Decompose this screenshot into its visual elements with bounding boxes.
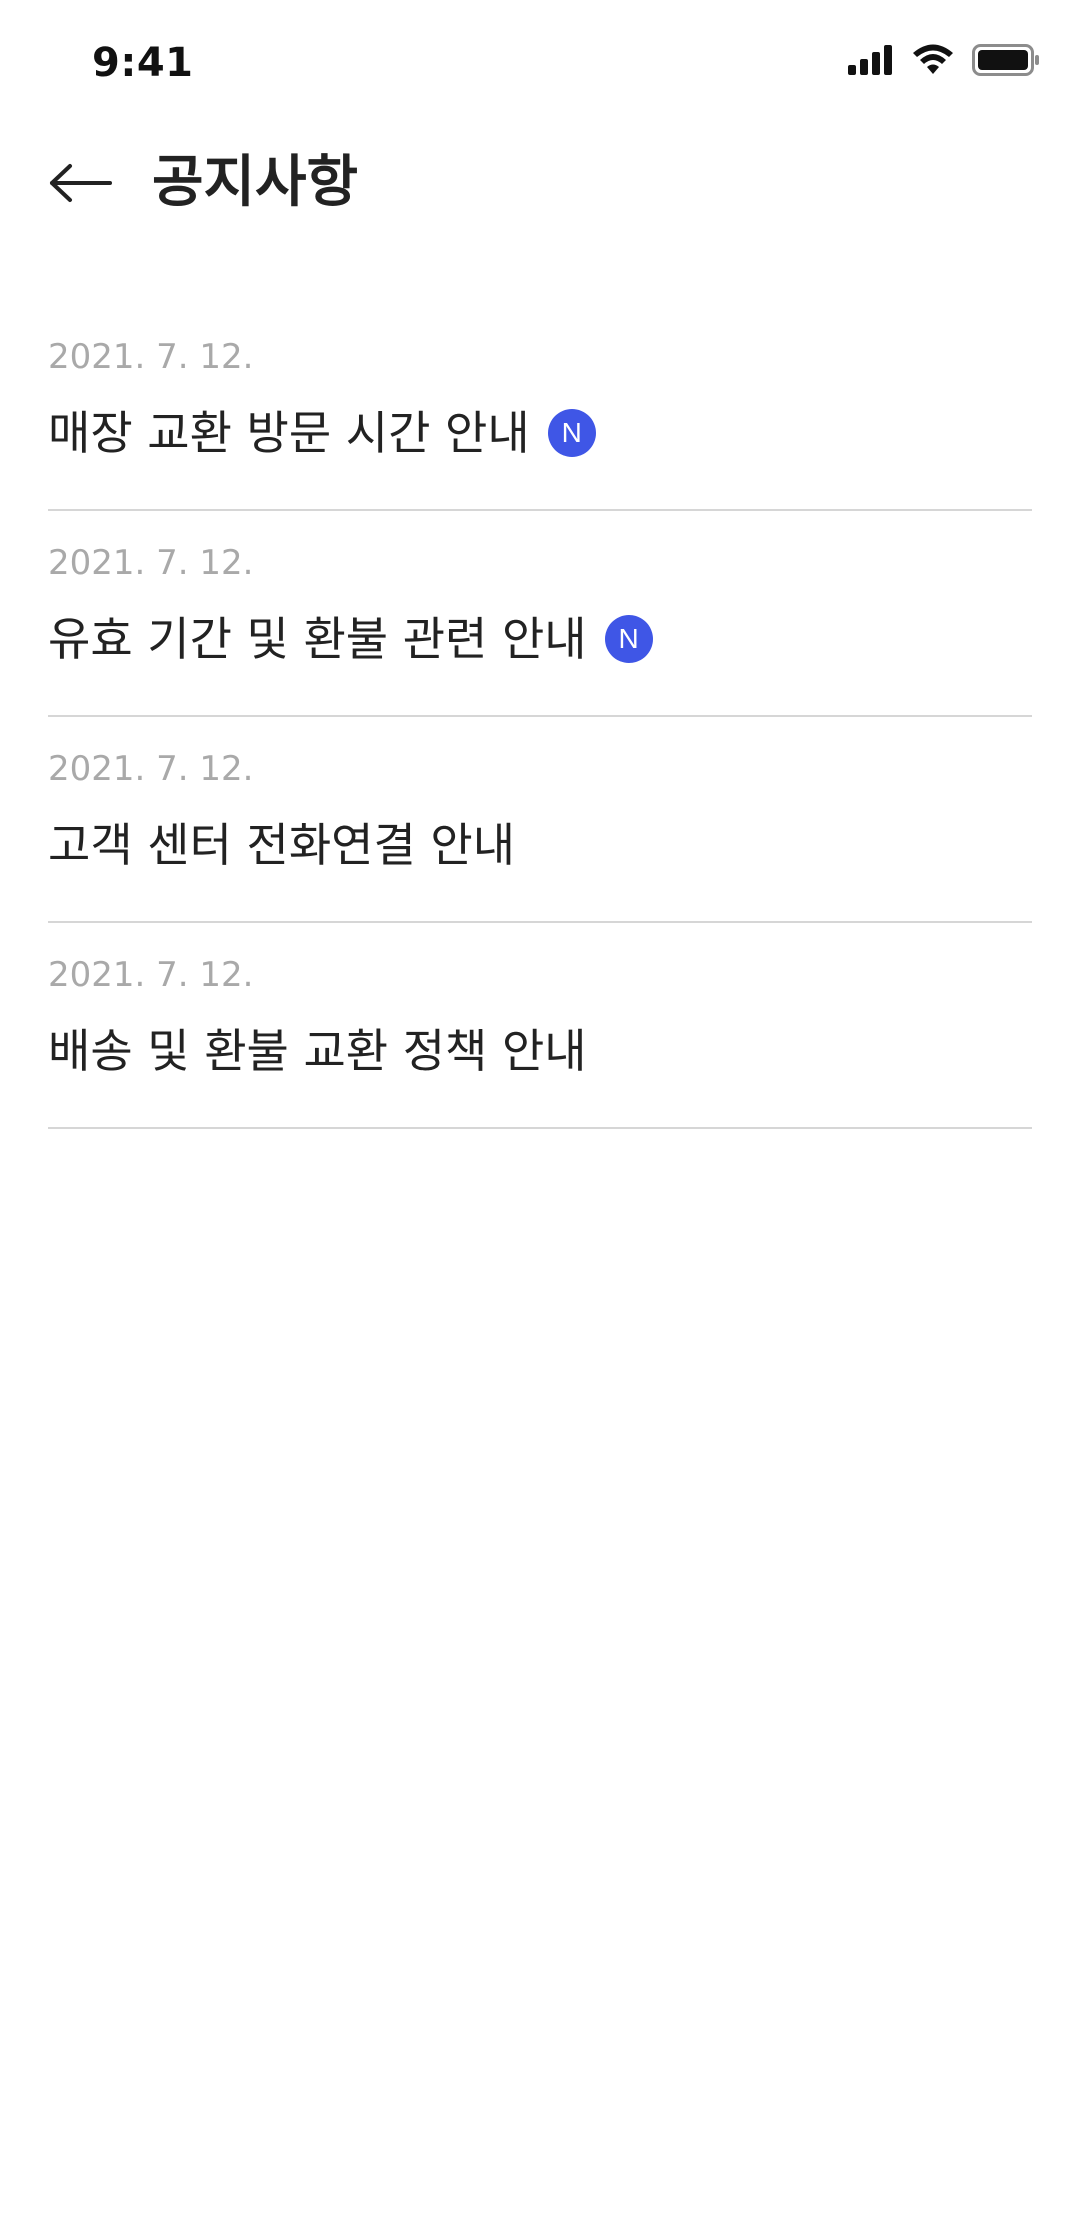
battery-icon — [972, 44, 1040, 80]
notice-date: 2021. 7. 12. — [48, 337, 254, 377]
notice-item[interactable]: 2021. 7. 12. 매장 교환 방문 시간 안내 N — [48, 305, 1032, 511]
notice-date: 2021. 7. 12. — [48, 543, 254, 583]
notice-title: 유효 기간 및 환불 관련 안내 — [48, 612, 587, 666]
app-header: 공지사항 — [0, 130, 1080, 240]
notice-item[interactable]: 2021. 7. 12. 유효 기간 및 환불 관련 안내 N — [48, 511, 1032, 717]
notice-title: 고객 센터 전화연결 안내 — [48, 818, 516, 872]
notice-date: 2021. 7. 12. — [48, 955, 254, 995]
back-button[interactable] — [40, 150, 120, 220]
back-arrow-icon — [48, 163, 112, 207]
notice-list: 2021. 7. 12. 매장 교환 방문 시간 안내 N 2021. 7. 1… — [48, 305, 1032, 1129]
new-badge: N — [547, 409, 596, 457]
status-icons — [848, 44, 1040, 80]
wifi-icon — [912, 44, 954, 80]
notice-title-row: 고객 센터 전화연결 안내 — [48, 815, 515, 875]
notice-title-row: 배송 및 환불 교환 정책 안내 — [48, 1021, 587, 1081]
signal-icon — [848, 45, 894, 79]
notice-item[interactable]: 2021. 7. 12. 배송 및 환불 교환 정책 안내 — [48, 923, 1032, 1129]
status-time: 9:41 — [92, 40, 194, 86]
notice-date: 2021. 7. 12. — [48, 749, 254, 789]
notice-title-row: 유효 기간 및 환불 관련 안내 N — [48, 609, 653, 669]
notice-title-row: 매장 교환 방문 시간 안내 N — [48, 403, 596, 463]
notice-title: 매장 교환 방문 시간 안내 — [48, 406, 530, 460]
notice-title: 배송 및 환불 교환 정책 안내 — [48, 1024, 587, 1078]
new-badge: N — [604, 615, 653, 663]
notice-item[interactable]: 2021. 7. 12. 고객 센터 전화연결 안내 — [48, 717, 1032, 923]
page-title: 공지사항 — [152, 150, 359, 215]
status-bar: 9:41 — [0, 0, 1080, 130]
